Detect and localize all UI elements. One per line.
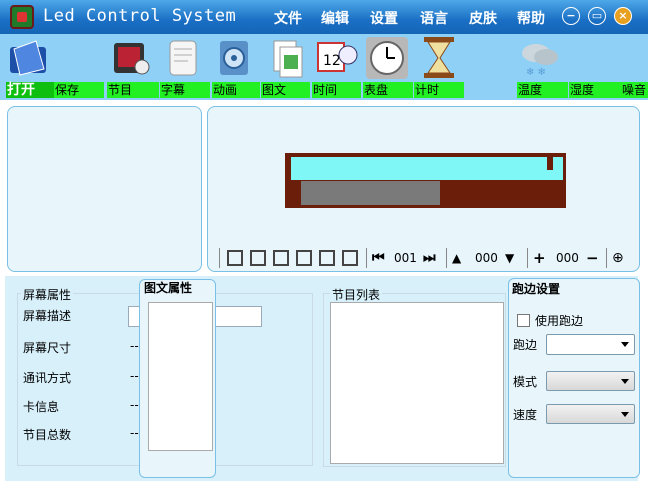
graphic-text-icon[interactable] [264,35,310,80]
layout-center-icon[interactable] [296,250,312,266]
svg-text:12: 12 [323,53,341,69]
close-button[interactable]: × [614,7,632,25]
subtitle-scroll-icon[interactable] [160,35,206,80]
control-separator [446,248,447,268]
program-list-box[interactable] [330,302,504,464]
control-separator [527,248,528,268]
control-separator [366,248,367,268]
toolbar-temperature-button[interactable]: 温度 [517,82,568,98]
border-type-label: 跑边 [513,338,538,352]
use-border-checkbox[interactable] [517,314,530,327]
control-separator [606,248,607,268]
toolbar-graphic-button[interactable]: 图文 [261,82,310,98]
calendar-clock-icon[interactable]: 12 [314,35,360,80]
program-icon[interactable] [108,35,154,80]
led-image-area[interactable] [301,181,440,205]
chevron-down-icon [621,342,629,347]
toolbar-timer-button[interactable]: 计时 [414,82,464,98]
toolbar-animation-button[interactable]: 动画 [212,82,260,98]
program-total-value: -- [130,426,139,440]
toolbar-subtitle-button[interactable]: 字幕 [160,82,210,98]
menu-settings[interactable]: 设置 [370,8,398,28]
speed-label: 速度 [513,408,538,422]
layout-top-icon[interactable] [319,250,335,266]
last-frame-icon[interactable]: ⏭ [423,249,436,267]
app-title: Led Control System [43,6,237,26]
weather-temperature-icon[interactable]: ❄ ❄ [516,35,562,80]
animation-film-icon[interactable] [212,35,258,80]
svg-text:❄ ❄: ❄ ❄ [526,67,546,78]
toolbar-dial-button[interactable]: 表盘 [363,82,413,98]
increase-speed-icon[interactable]: ▲ [452,249,461,267]
dial-clock-icon[interactable] [364,35,410,80]
menu-edit[interactable]: 编辑 [321,8,349,28]
mode-label: 模式 [513,375,538,389]
minus-icon[interactable]: − [586,249,599,267]
layout-bottom-icon[interactable] [342,250,358,266]
border-type-select[interactable] [546,334,635,355]
toolbar-open-button[interactable]: 打开 [6,82,54,98]
app-icon [10,5,34,29]
restore-button[interactable]: ▭ [588,7,606,25]
menu-skin[interactable]: 皮肤 [469,8,497,28]
layout-columns-icon[interactable] [250,250,266,266]
communication-mode-value: -- [130,369,139,383]
screen-description-label: 屏幕描述 [23,309,72,323]
program-total-label: 节目总数 [23,428,72,442]
speed-select[interactable] [546,404,635,424]
menu-help[interactable]: 帮助 [517,8,545,28]
program-list-title: 节目列表 [330,286,383,303]
layout-full-icon[interactable] [227,250,243,266]
toolbar-program-button[interactable]: 节目 [107,82,159,98]
mode-select[interactable] [546,371,635,391]
screen-properties-title: 屏幕属性 [21,286,74,303]
control-separator [219,248,220,268]
chevron-down-icon [621,379,629,384]
chevron-down-icon [621,412,629,417]
toolbar-noise-button[interactable]: 噪音 [621,82,648,98]
toolbar-humidity-button[interactable]: 湿度 [569,82,621,98]
speed-value: 000 [475,251,498,265]
first-frame-icon[interactable]: ⏮ [372,249,385,267]
menu-language[interactable]: 语言 [420,8,448,28]
card-info-value: -- [130,398,139,412]
minimize-button[interactable]: − [562,7,580,25]
led-notch [547,157,553,170]
border-settings-title: 跑边设置 [512,282,561,296]
frame-counter: 001 [394,251,417,265]
led-text-area[interactable] [291,157,563,180]
use-border-label: 使用跑边 [535,314,584,328]
toolbar: 12 ❄ ❄ 打开 保存 节目 字幕 动画 图文 时间 表盘 计时 温度 湿度 … [0,34,648,100]
graphic-properties-list[interactable] [148,302,213,451]
screen-list-panel[interactable] [7,106,202,272]
toolbar-save-button[interactable]: 保存 [54,82,104,98]
screen-size-label: 屏幕尺寸 [23,341,72,355]
layout-inset-icon[interactable] [273,250,289,266]
crosshair-icon[interactable]: ⊕ [612,249,624,267]
hourglass-icon[interactable] [416,35,462,80]
title-bar: Led Control System 文件 编辑 设置 语言 皮肤 帮助 − ▭… [0,0,648,34]
screen-size-value: -- [130,339,139,353]
open-folder-icon[interactable] [6,35,52,80]
toolbar-time-button[interactable]: 时间 [312,82,361,98]
plus-icon[interactable]: + [533,249,546,267]
card-info-label: 卡信息 [23,400,60,414]
size-value: 000 [556,251,579,265]
graphic-properties-title: 图文属性 [144,281,193,295]
menu-file[interactable]: 文件 [274,8,302,28]
communication-mode-label: 通讯方式 [23,371,72,385]
decrease-speed-icon[interactable]: ▼ [505,249,514,267]
